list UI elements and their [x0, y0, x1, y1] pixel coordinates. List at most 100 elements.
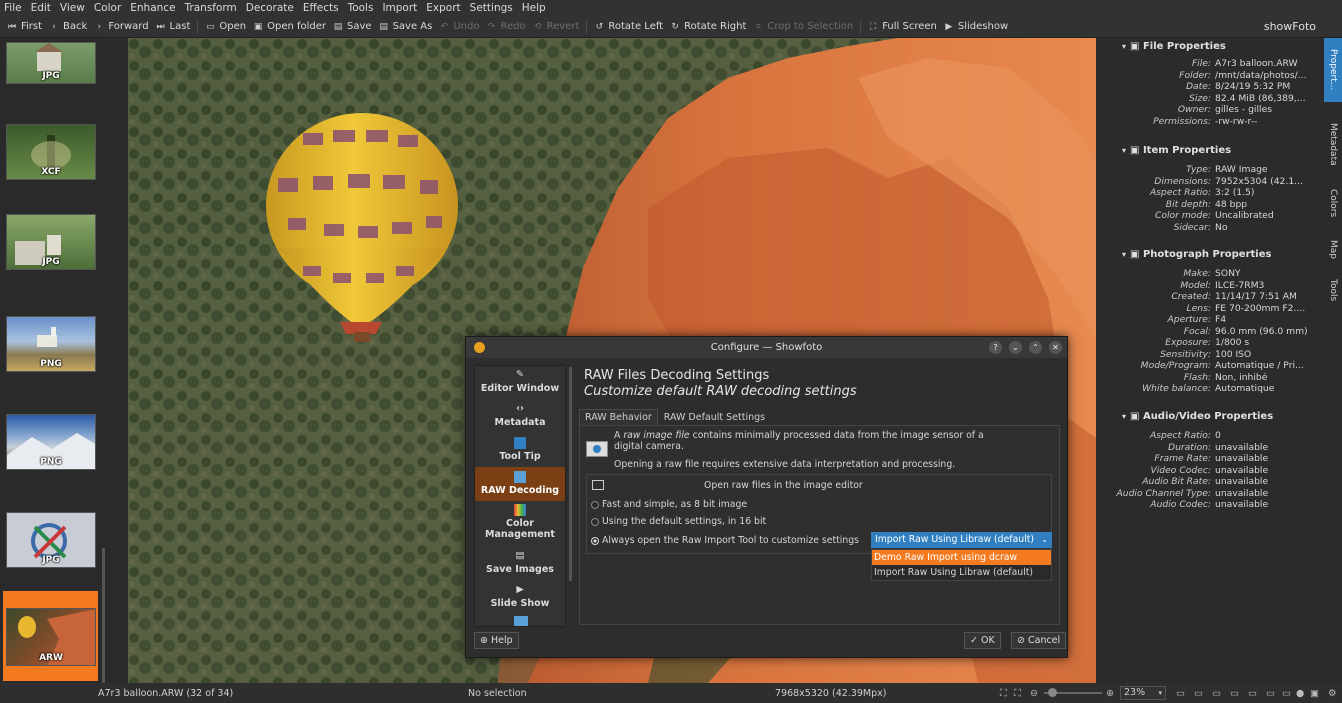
property-row: Permissions: -rw-rw-r-- [1116, 116, 1324, 127]
tab-colors[interactable]: Colors [1324, 182, 1342, 224]
forward-button[interactable]: › Forward [94, 21, 149, 32]
zoom-out-icon[interactable]: ⊖ [1030, 688, 1038, 699]
cancel-button[interactable]: ⊘ Cancel [1011, 632, 1067, 649]
thumbnail-item[interactable]: XCF [6, 124, 96, 180]
first-icon: ⏮ [7, 21, 17, 32]
layout-icon[interactable]: ▭ [1248, 688, 1257, 699]
thumbnail-scrollbar[interactable] [102, 548, 105, 683]
open-folder-button[interactable]: ▣ Open folder [253, 21, 326, 32]
property-key: Sidecar: [1173, 221, 1211, 233]
color-indicator-icon[interactable]: ● [1296, 688, 1304, 699]
property-value: F4 [1215, 314, 1227, 325]
property-key: Date: [1185, 81, 1211, 92]
sidebar-item-save-images[interactable]: ▤ Save Images [475, 550, 565, 582]
sidebar-item-editor-window[interactable]: ✎ Editor Window [475, 369, 565, 401]
menu-tools[interactable]: Tools [348, 2, 374, 14]
tab-raw-default-settings[interactable]: RAW Default Settings [658, 409, 771, 425]
layout-icon[interactable]: ▭ [1282, 688, 1291, 699]
back-button[interactable]: ‹ Back [49, 21, 87, 32]
zoom-fit-icon[interactable]: ⛶ [1000, 688, 1007, 699]
menu-import[interactable]: Import [382, 2, 417, 14]
radio-default-16bit[interactable]: Using the default settings, in 16 bit [591, 516, 766, 527]
property-key: Aspect Ratio: [1149, 430, 1211, 441]
help-icon[interactable]: ? [989, 341, 1002, 354]
full-screen-button[interactable]: ⛶ Full Screen [868, 21, 937, 32]
display-icon[interactable]: ▣ [1310, 688, 1319, 699]
sidebar-item-raw-decoding[interactable]: RAW Decoding [475, 467, 565, 501]
tab-properties[interactable]: Propert... [1324, 38, 1342, 102]
rotate-right-button[interactable]: ↻ Rotate Right [670, 21, 746, 32]
undo-button[interactable]: ↶ Undo [439, 21, 480, 32]
layout-icon[interactable]: ▭ [1176, 688, 1185, 699]
first-button[interactable]: ⏮ First [7, 21, 42, 32]
minimize-icon[interactable]: ⌄ [1009, 341, 1022, 354]
radio-fast-8bit[interactable]: Fast and simple, as 8 bit image [591, 499, 747, 510]
radio-raw-import-tool[interactable]: Always open the Raw Import Tool to custo… [591, 535, 859, 546]
thumbnail-item[interactable]: JPG [6, 512, 96, 568]
zoom-slider-handle[interactable] [1048, 688, 1057, 697]
zoom-100-icon[interactable]: ⛶ [1014, 688, 1021, 699]
thumbnail-item[interactable]: JPG [6, 214, 96, 270]
property-key: Audio Bit Rate: [1142, 476, 1211, 487]
property-value: ILCE-7RM3 [1215, 279, 1265, 291]
rotate-left-button[interactable]: ↺ Rotate Left [594, 21, 664, 32]
open-button[interactable]: ▭ Open [205, 21, 246, 32]
sidebar-item-slide-show[interactable]: ▶ Slide Show [475, 584, 565, 616]
close-icon[interactable]: ✕ [1049, 341, 1062, 354]
save-as-button[interactable]: ▤ Save As [379, 21, 432, 32]
menu-transform[interactable]: Transform [185, 2, 237, 14]
help-button[interactable]: ⊕ Help [474, 632, 519, 649]
revert-icon: ⟲ [533, 21, 542, 32]
layout-icon[interactable]: ▭ [1266, 688, 1275, 699]
maximize-icon[interactable]: ⌃ [1029, 341, 1042, 354]
sidebar-scrollbar[interactable] [569, 367, 572, 581]
audio-video-properties-header[interactable]: ▾ ▣ Audio/Video Properties [1122, 411, 1273, 422]
sidebar-item-color-management[interactable]: Color Management [475, 504, 565, 548]
layout-icon[interactable]: ▭ [1194, 688, 1203, 699]
tab-map[interactable]: Map [1324, 234, 1342, 264]
zoom-in-icon[interactable]: ⊕ [1106, 688, 1114, 699]
thumbnail-item[interactable]: JPG [6, 42, 96, 84]
menu-decorate[interactable]: Decorate [246, 2, 294, 14]
dropdown-option-libraw[interactable]: Import Raw Using Libraw (default) [872, 565, 1051, 580]
layout-icon[interactable]: ▭ [1230, 688, 1239, 699]
tab-metadata[interactable]: Metadata [1324, 116, 1342, 172]
file-properties-header[interactable]: ▾ ▣ File Properties [1122, 41, 1226, 52]
thumbnail-item[interactable]: PNG [6, 414, 96, 470]
menu-export[interactable]: Export [426, 2, 460, 14]
ok-button[interactable]: ✓ OK [964, 632, 1001, 649]
menu-view[interactable]: View [60, 2, 85, 14]
slideshow-button[interactable]: ▶ Slideshow [944, 21, 1008, 32]
tab-raw-behavior[interactable]: RAW Behavior [579, 409, 658, 425]
last-button[interactable]: ⏭ Last [156, 21, 190, 32]
dropdown-option-dcraw[interactable]: Demo Raw Import using dcraw [872, 550, 1051, 565]
menu-help[interactable]: Help [522, 2, 546, 14]
menu-file[interactable]: File [4, 2, 22, 14]
sidebar-item-tool-tip[interactable]: Tool Tip [475, 437, 565, 469]
property-row: Aperture: F4 [1116, 314, 1324, 325]
thumbnail-item[interactable]: PNG [6, 316, 96, 372]
tab-tools[interactable]: Tools [1324, 272, 1342, 308]
property-value: 8/24/19 5:32 PM [1215, 81, 1291, 92]
raw-import-combo[interactable]: Import Raw Using Libraw (default) ⌄ [871, 532, 1052, 548]
revert-button[interactable]: ⟲ Revert [533, 21, 580, 32]
sidebar-item-metadata[interactable]: ‹› Metadata [475, 403, 565, 435]
toolbar-separator [586, 19, 588, 34]
menu-enhance[interactable]: Enhance [130, 2, 175, 14]
dialog-titlebar[interactable]: Configure — Showfoto [466, 337, 1067, 358]
photograph-properties-header[interactable]: ▾ ▣ Photograph Properties [1122, 249, 1271, 260]
menu-color[interactable]: Color [94, 2, 121, 14]
crop-button[interactable]: ⌗ Crop to Selection [753, 21, 853, 32]
menu-effects[interactable]: Effects [303, 2, 339, 14]
item-properties-header[interactable]: ▾ ▣ Item Properties [1122, 145, 1231, 156]
menu-settings[interactable]: Settings [470, 2, 513, 14]
save-button[interactable]: ▤ Save [333, 21, 372, 32]
zoom-combo[interactable]: 23% ▾ [1120, 686, 1166, 700]
settings-icon[interactable]: ⚙ [1328, 688, 1337, 699]
menu-edit[interactable]: Edit [31, 2, 51, 14]
redo-button[interactable]: ↷ Redo [486, 21, 526, 32]
layout-icon[interactable]: ▭ [1212, 688, 1221, 699]
property-key: Focal: [1183, 325, 1211, 337]
cancel-icon: ⊘ [1017, 635, 1028, 646]
thumbnail-item-selected[interactable]: ARW [6, 608, 96, 666]
